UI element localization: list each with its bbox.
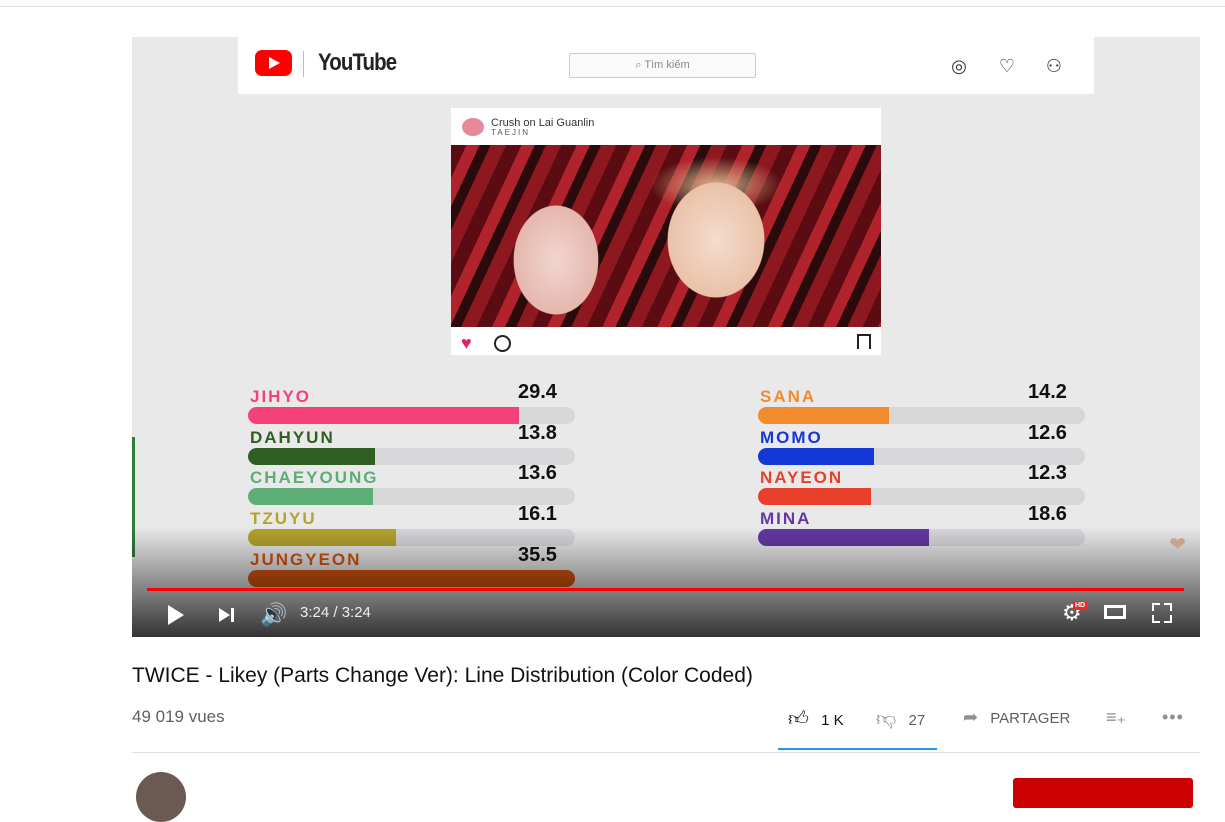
theater-mode-icon[interactable] [1104,605,1126,619]
bar-nayeon [758,488,871,505]
member-name-label: MINA [760,509,812,528]
person-icon: ⚇ [1045,56,1063,76]
insta-photo [451,145,881,327]
overlay-search-box: ⌕ Tìm kiếm [569,53,756,78]
dislike-button[interactable]: 👎︎ 27 [876,707,925,731]
divider [132,752,1200,753]
bar-momo [758,448,874,465]
video-player[interactable]: YouTube ⌕ Tìm kiếm ◎ ♡ ⚇ Crush on Lai Gu… [132,37,1200,637]
share-label: PARTAGER [990,710,1071,727]
youtube-logo-icon [255,50,292,76]
bar-jihyo [248,407,519,424]
next-icon[interactable] [219,606,237,624]
playlist-add-icon: ≡₊ [1106,707,1127,727]
bar-group-sana: SANA 14.2 [758,381,1085,427]
member-name-label: SANA [760,387,817,406]
video-edge-strip [132,437,135,557]
channel-avatar[interactable] [136,772,186,822]
time-display: 3:24 / 3:24 [300,604,371,621]
member-value-label: 12.3 [1028,462,1067,484]
bookmark-icon [857,334,871,349]
fullscreen-icon[interactable] [1152,603,1172,623]
volume-icon[interactable]: 🔊 [260,604,287,626]
video-title: TWICE - Likey (Parts Change Ver): Line D… [132,664,753,687]
thumbs-up-icon: 👍︎ [788,708,809,730]
thumbs-down-icon: 👎︎ [876,708,897,730]
heart-hands-icon: ❤ [1169,534,1186,556]
youtube-overlay-header: YouTube ⌕ Tìm kiếm ◎ ♡ ⚇ [238,37,1094,94]
more-options-button[interactable]: ••• [1162,707,1184,728]
member-value-label: 13.8 [518,422,557,444]
youtube-wordmark: YouTube [318,49,397,76]
pig-avatar-icon [462,118,484,136]
top-border [0,0,1225,7]
add-to-playlist-button[interactable]: ≡₊ [1106,707,1126,728]
bar-group-tzuyu: TZUYU 16.1 [248,503,575,549]
member-value-label: 29.4 [518,381,557,403]
member-name-label: NAYEON [760,468,844,487]
heart-filled-icon: ♥ [461,333,472,353]
member-value-label: 12.6 [1028,422,1067,444]
heart-outline-icon: ♡ [998,56,1016,76]
bar-group-jihyo: JIHYO 29.4 [248,381,575,427]
bar-jungyeon [248,570,575,587]
like-sentiment-bar [778,748,937,750]
bar-group-nayeon: NAYEON 12.3 [758,462,1085,508]
member-value-label: 13.6 [518,462,557,484]
bar-track [248,570,575,587]
member-value-label: 16.1 [518,503,557,525]
member-name-label: DAHYUN [250,428,335,447]
bar-tzuyu [248,529,396,546]
share-button[interactable]: ➦ PARTAGER [963,707,1070,728]
member-name-label: JIHYO [250,387,312,406]
logo-separator [303,51,304,77]
bar-group-chaeyoung: CHAEYOUNG 13.6 [248,462,575,508]
member-value-label: 14.2 [1028,381,1067,403]
comment-bubble-icon [494,335,511,352]
progress-bar[interactable] [147,588,1184,591]
like-count: 1 K [821,712,844,729]
member-value-label: 35.5 [518,544,557,566]
hd-badge: HD [1073,601,1088,610]
bar-mina [758,529,929,546]
member-value-label: 18.6 [1028,503,1067,525]
member-name-label: TZUYU [250,509,317,528]
bar-dahyun [248,448,375,465]
search-placeholder: Tìm kiếm [644,59,690,71]
member-name-label: MOMO [760,428,823,447]
bar-group-jungyeon: JUNGYEON 35.5 [248,544,575,590]
dislike-count: 27 [908,712,926,729]
member-name-label: JUNGYEON [250,550,362,569]
bar-chaeyoung [248,488,373,505]
view-count: 49 019 vues [132,707,225,726]
insta-account-sub: TAEJIN [491,128,530,137]
more-dots-icon: ••• [1162,707,1184,727]
share-arrow-icon: ➦ [963,707,979,727]
like-button[interactable]: 👍︎ 1 K [788,707,844,731]
bar-track [758,529,1085,546]
bar-group-mina: MINA 18.6 [758,503,1085,549]
instagram-card: Crush on Lai Guanlin TAEJIN ♥ [451,108,881,355]
bar-sana [758,407,889,424]
member-name-label: CHAEYOUNG [250,468,379,487]
play-icon[interactable] [168,605,184,625]
compass-icon: ◎ [951,56,967,76]
search-icon: ⌕ [635,59,642,71]
